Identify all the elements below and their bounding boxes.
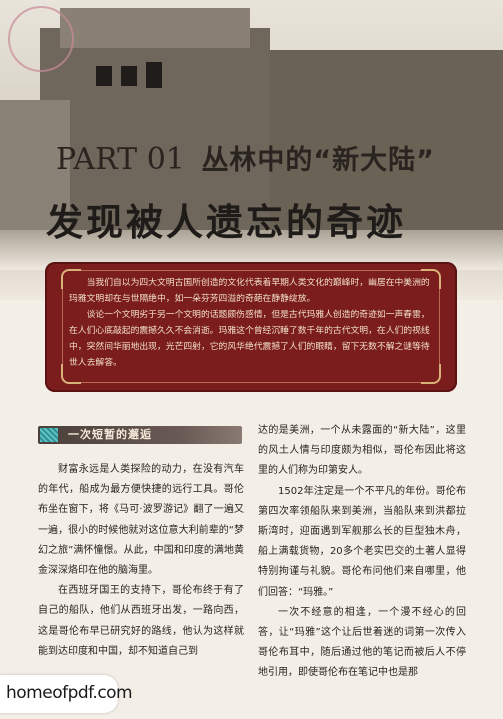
section-heading-label: 一次短暂的邂逅 — [68, 428, 152, 441]
intro-paragraph: 谈论一个文明劣于另一个文明的话题颇伤感情，但是古代玛雅人创造的奇迹如一声春雷，在… — [69, 310, 430, 368]
watermark-text: homeofpdf.com — [6, 683, 133, 703]
watermark-badge: homeofpdf.com — [0, 675, 133, 713]
intro-paragraph: 当我们自以为四大文明古国所创造的文化代表着早期人类文化的巅峰时，幽居在中美洲的玛… — [69, 278, 430, 304]
ornament-corner — [421, 364, 441, 384]
ornament-corner — [421, 269, 441, 289]
library-stamp — [8, 6, 74, 72]
temple-top — [60, 8, 250, 48]
part-label: PART 01 — [56, 142, 185, 177]
left-column: 财富永远是人类探险的动力，在没有汽车的年代，船成为最方便快捷的远行工具。哥伦布坐… — [38, 460, 244, 662]
temple-window — [121, 66, 137, 86]
intro-box: 当我们自以为四大文明古国所创造的文化代表着早期人类文化的巅峰时，幽居在中美洲的玛… — [45, 262, 457, 392]
hero-banner: PART 01 丛林中的“新大陆” 发现被人遗忘的奇迹 — [0, 0, 503, 300]
part-subtitle: 丛林中的“新大陆” — [201, 145, 435, 176]
body-paragraph: 一次不经意的相逢，一个漫不经心的回答，让“玛雅”这个让后世着迷的词第一次传入哥伦… — [258, 606, 466, 679]
ornament-corner — [61, 269, 81, 289]
right-column: 达的是美洲，一个从未露面的“新大陆”，这里的风土人情与印度颇为相似，哥伦布因此将… — [258, 421, 466, 684]
page-title: 发现被人遗忘的奇迹 — [46, 201, 406, 244]
body-paragraph: 财富永远是人类探险的动力，在没有汽车的年代，船成为最方便快捷的远行工具。哥伦布坐… — [38, 464, 244, 577]
ornament-corner — [61, 364, 81, 384]
temple-window — [96, 66, 112, 86]
section-heading: 一次短暂的邂逅 — [38, 426, 242, 444]
body-paragraph-continued: 达的是美洲，一个从未露面的“新大陆”，这里的风土人情与印度颇为相似，哥伦布因此将… — [258, 425, 466, 477]
body-paragraph: 在西班牙国王的支持下，哥伦布终于有了自己的船队，他们从西班牙出发，一路向西，这是… — [38, 585, 244, 657]
intro-frame: 当我们自以为四大文明古国所创造的文化代表着早期人类文化的巅峰时，幽居在中美洲的玛… — [61, 269, 441, 384]
temple-window — [146, 62, 162, 88]
body-paragraph: 1502年注定是一个不平凡的年份。哥伦布第四次率领船队来到美洲，当船队来到洪都拉… — [258, 485, 466, 598]
part-title: PART 01 丛林中的“新大陆” — [56, 138, 435, 177]
pattern-icon — [40, 428, 58, 442]
